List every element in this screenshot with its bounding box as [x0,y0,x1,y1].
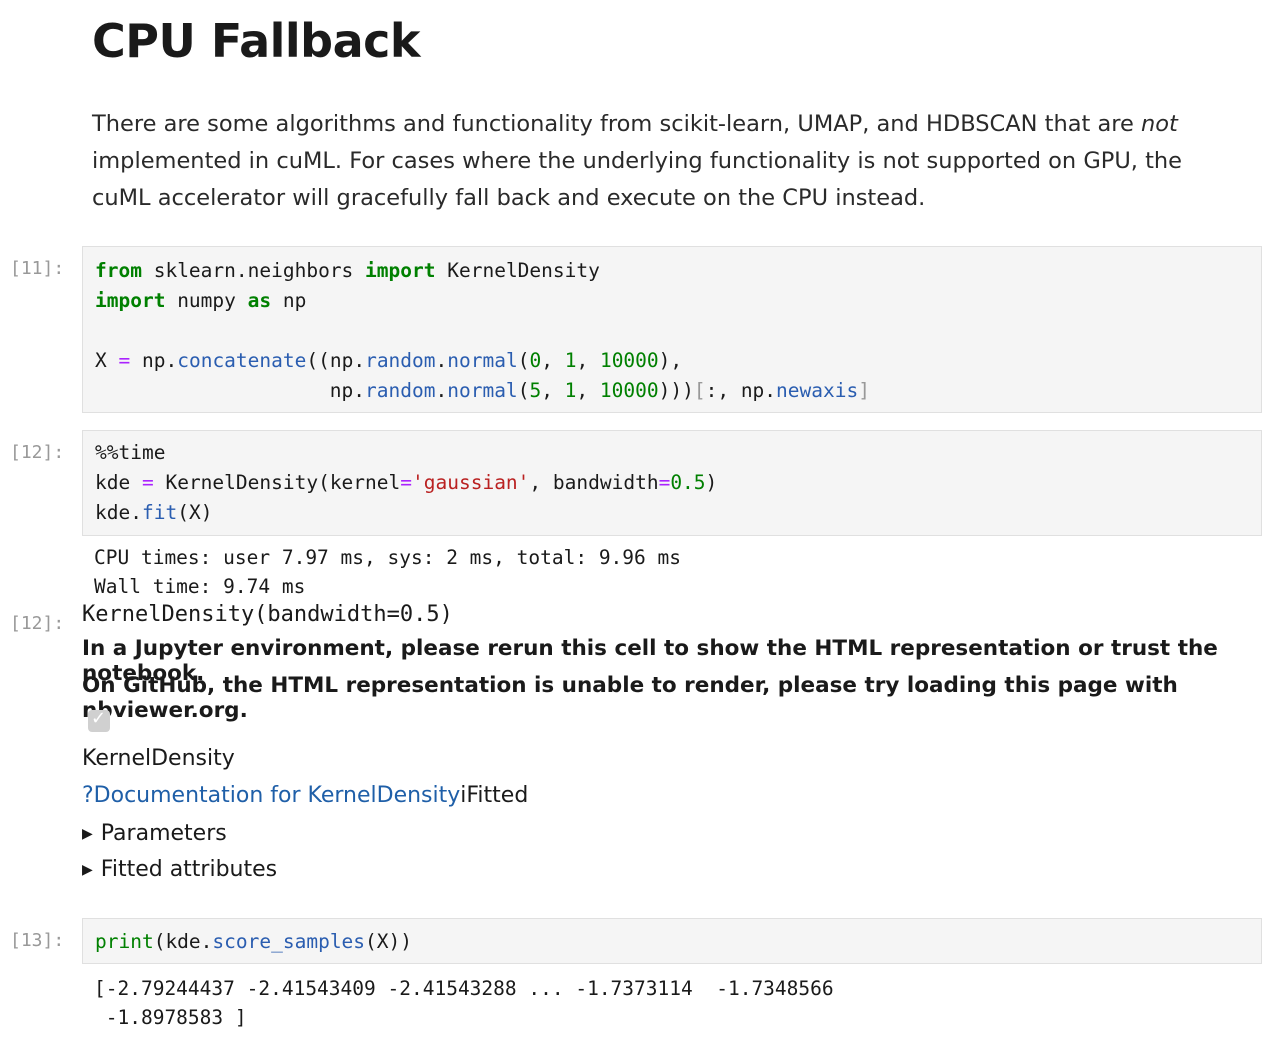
html-repr-warning-github: On GitHub, the HTML representation is un… [82,673,1178,723]
intro-text-after: implemented in cuML. For cases where the… [92,148,1183,211]
output-line: Wall time: 9.74 ms [94,575,306,598]
cell-prompt-12: [12]: [10,442,65,463]
code-line: from sklearn.neighbors import KernelDens… [95,259,600,282]
cell-13-stream-output: [-2.79244437 -2.41543409 -2.41543288 ...… [94,974,834,1032]
estimator-toggle-checkbox[interactable]: ✓ [88,708,110,732]
code-editor[interactable]: from sklearn.neighbors import KernelDens… [83,247,1261,406]
check-icon: ✓ [91,708,107,729]
code-line: X = np.concatenate((np.random.normal(0, … [95,349,683,372]
code-cell-12[interactable]: %%time kde = KernelDensity(kernel='gauss… [82,430,1262,536]
fitted-status-label: iFitted [460,783,529,808]
intro-emphasis: not [1141,111,1178,137]
section-label: Parameters [100,821,227,846]
cell-12-stream-output: CPU times: user 7.97 ms, sys: 2 ms, tota… [94,543,681,601]
code-cell-13[interactable]: print(kde.score_samples(X)) [82,918,1262,964]
code-line: kde.fit(X) [95,501,213,524]
code-line: import numpy as np [95,289,307,312]
code-cell-11[interactable]: from sklearn.neighbors import KernelDens… [82,246,1262,413]
cell-prompt-13: [13]: [10,930,65,951]
fitted-attributes-section-toggle[interactable]: ▶ Fitted attributes [82,857,277,882]
estimator-doc-row: ?Documentation for KernelDensityiFitted [82,783,528,808]
triangle-right-icon: ▶ [82,826,93,842]
code-line: kde = KernelDensity(kernel='gaussian', b… [95,471,718,494]
estimator-name: KernelDensity [82,746,235,771]
code-line: np.random.normal(5, 1, 10000)))[:, np.ne… [95,379,870,402]
section-heading: CPU Fallback [92,14,420,68]
intro-text-before: There are some algorithms and functional… [92,111,1142,137]
section-label: Fitted attributes [100,857,278,882]
intro-paragraph: There are some algorithms and functional… [92,106,1202,217]
output-line: -1.8978583 ] [94,1006,247,1029]
code-line: %%time [95,441,166,464]
code-line: print(kde.score_samples(X)) [95,930,413,953]
cell-prompt-11: [11]: [10,258,65,279]
code-editor[interactable]: print(kde.score_samples(X)) [83,919,1261,957]
estimator-repr: KernelDensity(bandwidth=0.5) [82,602,453,627]
triangle-right-icon: ▶ [82,862,93,878]
documentation-link[interactable]: ?Documentation for KernelDensity [82,783,460,808]
parameters-section-toggle[interactable]: ▶ Parameters [82,821,227,846]
output-line: [-2.79244437 -2.41543409 -2.41543288 ...… [94,977,834,1000]
cell-result-prompt-12: [12]: [10,613,65,634]
output-line: CPU times: user 7.97 ms, sys: 2 ms, tota… [94,546,681,569]
code-editor[interactable]: %%time kde = KernelDensity(kernel='gauss… [83,431,1261,528]
